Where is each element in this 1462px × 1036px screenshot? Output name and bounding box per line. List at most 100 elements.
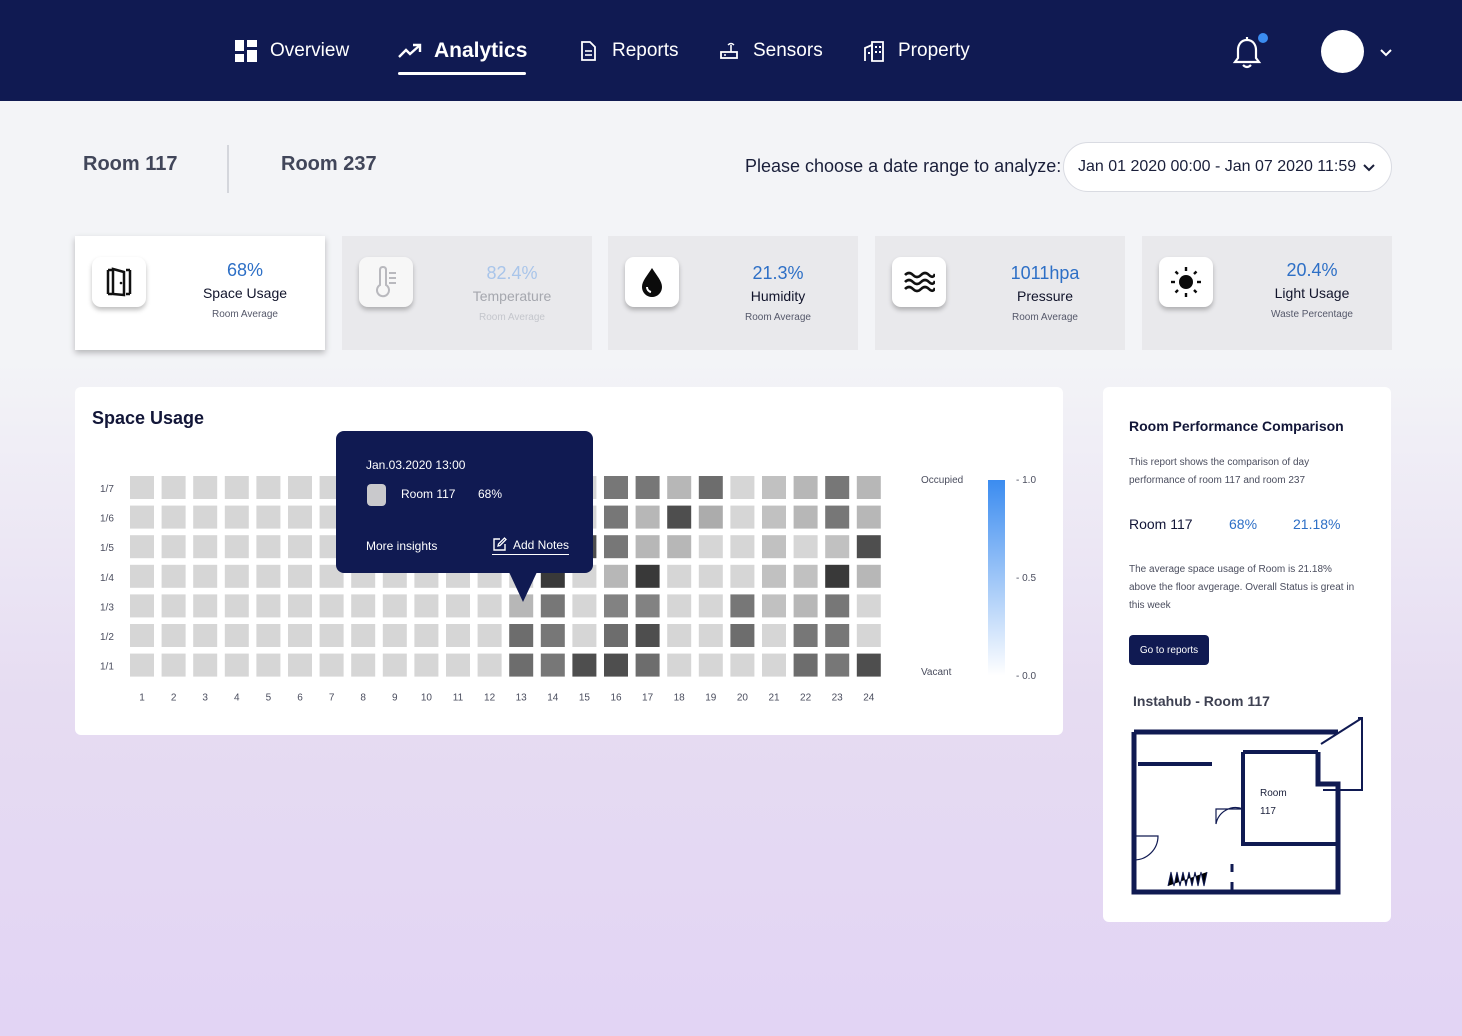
floorplan-diagram[interactable]: Room 117 — [1128, 714, 1368, 898]
heatmap-cell[interactable] — [698, 653, 723, 677]
heatmap-cell[interactable] — [130, 594, 154, 618]
heatmap-cell[interactable] — [288, 653, 312, 677]
heatmap-cell[interactable] — [161, 535, 186, 559]
heatmap-cell[interactable] — [288, 505, 312, 529]
heatmap-cell[interactable] — [351, 624, 376, 647]
heatmap-cell[interactable] — [604, 505, 628, 529]
heatmap-cell[interactable] — [698, 476, 723, 499]
nav-property[interactable]: Property — [862, 36, 970, 66]
heatmap-cell[interactable] — [161, 653, 186, 677]
heatmap-cell[interactable] — [130, 653, 154, 677]
more-insights-link[interactable]: More insights — [366, 539, 437, 553]
heatmap-cell[interactable] — [793, 653, 818, 677]
heatmap-cell[interactable] — [193, 505, 218, 529]
heatmap-cell[interactable] — [730, 653, 755, 677]
heatmap-cell[interactable] — [730, 594, 755, 618]
heatmap-cell[interactable] — [477, 624, 502, 647]
heatmap-cell[interactable] — [572, 594, 597, 618]
nav-overview[interactable]: Overview — [234, 36, 349, 66]
heatmap-cell[interactable] — [762, 624, 786, 647]
add-notes-link[interactable]: Add Notes — [492, 537, 570, 555]
heatmap-cell[interactable] — [572, 653, 597, 677]
heatmap-cell[interactable] — [224, 535, 249, 559]
heatmap-cell[interactable] — [635, 594, 660, 618]
heatmap-cell[interactable] — [635, 564, 660, 588]
heatmap-cell[interactable] — [667, 653, 692, 677]
heatmap-cell[interactable] — [319, 624, 344, 647]
heatmap-cell[interactable] — [382, 624, 407, 647]
heatmap-cell[interactable] — [288, 535, 312, 559]
heatmap-cell[interactable] — [635, 505, 660, 529]
heatmap-cell[interactable] — [288, 476, 312, 499]
heatmap-cell[interactable] — [193, 594, 218, 618]
heatmap-cell[interactable] — [351, 653, 376, 677]
heatmap-cell[interactable] — [825, 594, 850, 618]
heatmap-cell[interactable] — [224, 624, 249, 647]
heatmap-cell[interactable] — [193, 653, 218, 677]
heatmap-cell[interactable] — [825, 564, 850, 588]
heatmap-cell[interactable] — [635, 476, 660, 499]
heatmap-cell[interactable] — [224, 594, 249, 618]
heatmap-cell[interactable] — [730, 505, 755, 529]
nav-analytics[interactable]: Analytics — [398, 36, 527, 66]
heatmap-cell[interactable] — [667, 564, 692, 588]
heatmap-cell[interactable] — [256, 505, 281, 529]
heatmap-cell[interactable] — [730, 535, 755, 559]
heatmap-cell[interactable] — [130, 535, 154, 559]
heatmap-cell[interactable] — [825, 653, 850, 677]
notification-bell-icon[interactable] — [1232, 36, 1262, 70]
heatmap-cell[interactable] — [856, 653, 881, 677]
heatmap-cell[interactable] — [193, 564, 218, 588]
heatmap-cell[interactable] — [825, 505, 850, 529]
heatmap-cell[interactable] — [635, 624, 660, 647]
heatmap-cell[interactable] — [793, 505, 818, 529]
metric-card-light-usage[interactable]: 20.4% Light Usage Waste Percentage — [1142, 236, 1392, 350]
heatmap-cell[interactable] — [793, 594, 818, 618]
heatmap-cell[interactable] — [698, 535, 723, 559]
heatmap-cell[interactable] — [256, 476, 281, 499]
heatmap-cell[interactable] — [667, 535, 692, 559]
heatmap-cell[interactable] — [793, 564, 818, 588]
heatmap-cell[interactable] — [161, 594, 186, 618]
heatmap-cell[interactable] — [825, 624, 850, 647]
heatmap-cell[interactable] — [698, 505, 723, 529]
heatmap-cell[interactable] — [509, 653, 534, 677]
heatmap-cell[interactable] — [256, 653, 281, 677]
heatmap-cell[interactable] — [477, 594, 502, 618]
heatmap-cell[interactable] — [635, 535, 660, 559]
heatmap-cell[interactable] — [161, 564, 186, 588]
heatmap-cell[interactable] — [730, 564, 755, 588]
heatmap-cell[interactable] — [256, 535, 281, 559]
date-range-select[interactable]: Jan 01 2020 00:00 - Jan 07 2020 11:59 — [1063, 142, 1392, 192]
heatmap-cell[interactable] — [193, 476, 218, 499]
metric-card-space-usage[interactable]: 68% Space Usage Room Average — [75, 236, 325, 350]
heatmap-cell[interactable] — [509, 624, 534, 647]
heatmap-cell[interactable] — [319, 653, 344, 677]
heatmap-cell[interactable] — [604, 653, 628, 677]
heatmap-cell[interactable] — [161, 505, 186, 529]
heatmap-cell[interactable] — [604, 624, 628, 647]
heatmap-cell[interactable] — [256, 564, 281, 588]
heatmap-cell[interactable] — [540, 594, 565, 618]
heatmap-cell[interactable] — [446, 624, 470, 647]
heatmap-cell[interactable] — [635, 653, 660, 677]
heatmap-cell[interactable] — [193, 535, 218, 559]
metric-card-temperature[interactable]: 82.4% Temperature Room Average — [342, 236, 592, 350]
heatmap-cell[interactable] — [414, 624, 439, 647]
heatmap-cell[interactable] — [856, 624, 881, 647]
heatmap-cell[interactable] — [762, 505, 786, 529]
heatmap-cell[interactable] — [825, 535, 850, 559]
heatmap-cell[interactable] — [319, 594, 344, 618]
nav-reports[interactable]: Reports — [576, 36, 679, 66]
heatmap-cell[interactable] — [856, 594, 881, 618]
chevron-down-icon[interactable] — [1378, 44, 1394, 60]
heatmap-cell[interactable] — [667, 624, 692, 647]
heatmap-cell[interactable] — [604, 594, 628, 618]
heatmap-cell[interactable] — [572, 624, 597, 647]
heatmap-cell[interactable] — [224, 564, 249, 588]
heatmap-cell[interactable] — [193, 624, 218, 647]
heatmap-cell[interactable] — [351, 594, 376, 618]
heatmap-cell[interactable] — [730, 476, 755, 499]
heatmap-cell[interactable] — [477, 653, 502, 677]
heatmap-cell[interactable] — [698, 564, 723, 588]
